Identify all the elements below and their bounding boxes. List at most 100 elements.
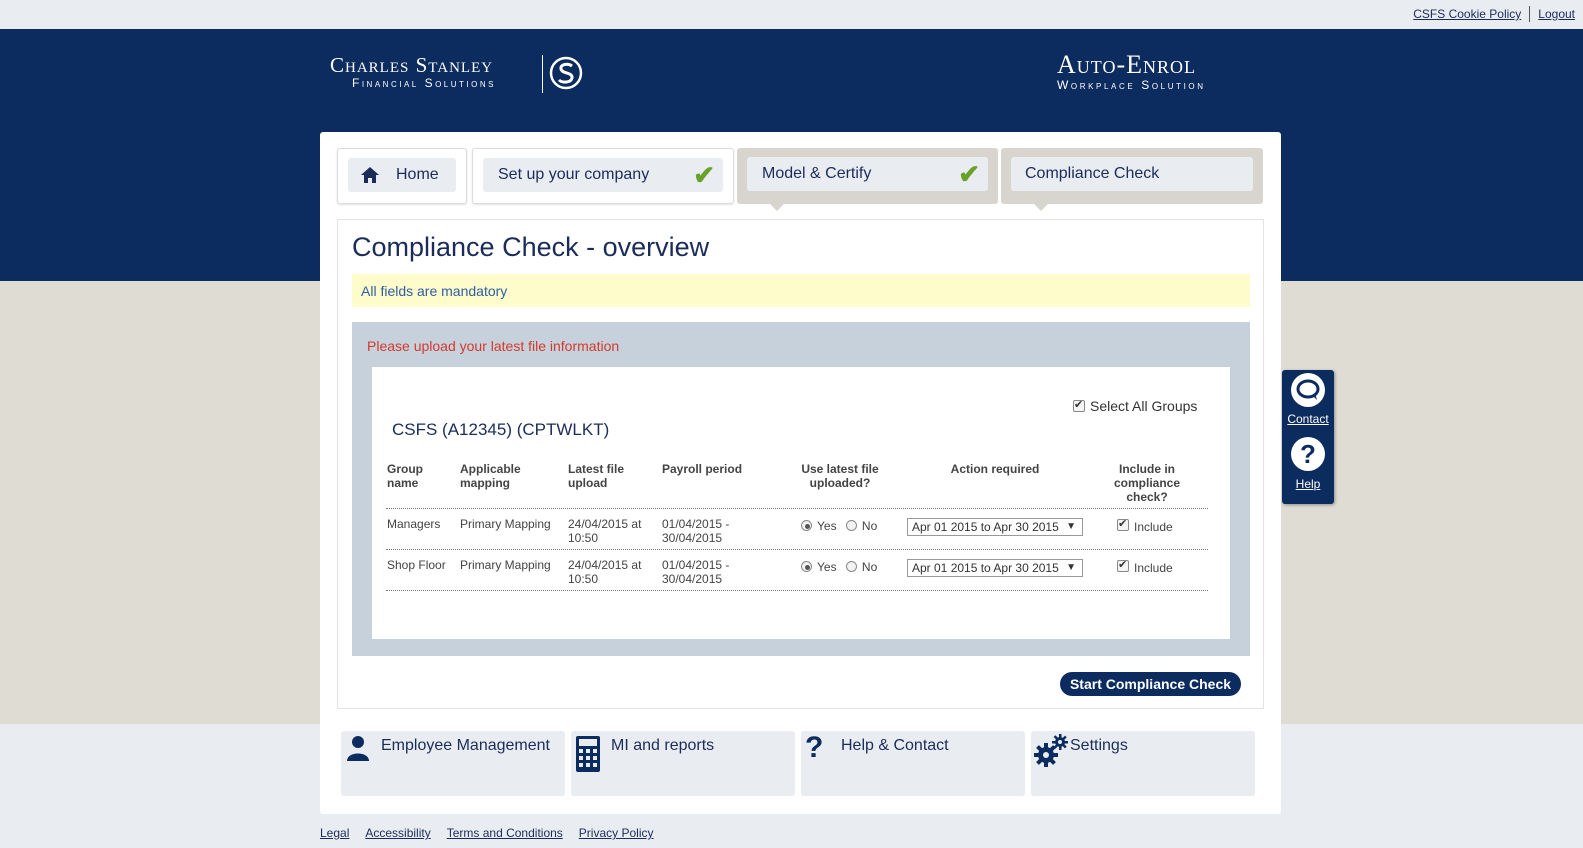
include-label: Include [1134, 520, 1173, 534]
dropdown-arrow-icon: ▼ [1066, 521, 1076, 532]
upload-message: Please upload your latest file informati… [367, 338, 620, 354]
mandatory-notice: All fields are mandatory [352, 274, 1250, 307]
cell-payroll-to: 30/04/2015 [662, 531, 723, 545]
header-latest-file-upload: Latest file upload [568, 462, 625, 490]
auto-enrol-subtitle: Workplace Solution [1057, 78, 1206, 92]
action-select-value: Apr 01 2015 to Apr 30 2015 [912, 561, 1059, 575]
table-divider [386, 508, 1208, 509]
tab-compliance-inner: Compliance Check [1011, 157, 1253, 191]
radio-no[interactable] [845, 561, 857, 572]
logout-link[interactable]: Logout [1530, 7, 1583, 21]
top-links: CSFS Cookie Policy Logout [1405, 6, 1583, 22]
logo-divider [542, 55, 543, 93]
action-select[interactable]: Apr 01 2015 to Apr 30 2015 ▼ [907, 518, 1083, 536]
cell-payroll-from: 01/04/2015 - [662, 558, 730, 572]
cell-mapping: Primary Mapping [460, 517, 551, 531]
nav-help-contact[interactable]: ? Help & Contact [801, 731, 1025, 796]
gears-icon [1034, 733, 1070, 770]
tab-home-inner: Home [348, 158, 456, 192]
cell-payroll-from: 01/04/2015 - [662, 517, 730, 531]
calculator-icon [575, 735, 601, 776]
nav-employee-management[interactable]: Employee Management [341, 731, 565, 796]
nav-settings-label: Settings [1070, 737, 1128, 754]
include-checkbox-group[interactable]: Include [1117, 558, 1173, 575]
cell-upload-date: 24/04/2015 at [568, 517, 642, 531]
tab-setup-label: Set up your company [498, 166, 650, 183]
header-applicable-mapping: Applicable mapping [460, 462, 521, 490]
select-all-groups[interactable]: Select All Groups [1073, 398, 1197, 414]
cell-group-name: Managers [387, 517, 441, 531]
question-icon: ? [805, 731, 824, 764]
header-include: Include in compliance check? [1113, 462, 1181, 504]
auto-enrol-logo: Auto-Enrol Workplace Solution [1057, 50, 1206, 92]
tab-model-certify[interactable]: Model & Certify ✔ [737, 148, 998, 211]
radio-no[interactable] [845, 520, 857, 531]
radio-yes-label: Yes [817, 560, 837, 574]
radio-yes[interactable] [801, 520, 812, 531]
checkmark-icon: ✔ [958, 159, 980, 189]
nav-employee-label: Employee Management [381, 737, 550, 754]
include-checkbox[interactable] [1117, 558, 1129, 572]
cs-monogram-icon [549, 55, 583, 91]
help-icon[interactable]: ? [1291, 437, 1325, 471]
cell-group-name: Shop Floor [387, 558, 446, 572]
dropdown-arrow-icon: ▼ [1066, 562, 1076, 573]
cell-mapping: Primary Mapping [460, 558, 551, 572]
tab-pointer [1034, 204, 1048, 211]
tab-model-inner: Model & Certify ✔ [747, 157, 988, 191]
tab-model-label: Model & Certify [762, 165, 872, 182]
tab-compliance-check[interactable]: Compliance Check [1001, 148, 1263, 211]
use-latest-radios: Yes No [801, 519, 877, 533]
select-all-checkbox[interactable] [1073, 398, 1085, 412]
checkmark-icon: ✔ [693, 160, 715, 190]
include-checkbox-group[interactable]: Include [1117, 517, 1173, 534]
side-contact-panel: Contact ? Help [1282, 370, 1334, 504]
tab-setup-inner: Set up your company ✔ [483, 158, 723, 192]
action-select-value: Apr 01 2015 to Apr 30 2015 [912, 520, 1059, 534]
chat-bubble-icon[interactable] [1291, 373, 1325, 407]
radio-yes[interactable] [801, 561, 812, 572]
start-compliance-check-button[interactable]: Start Compliance Check [1060, 672, 1241, 696]
footer-link-terms[interactable]: Terms and Conditions [447, 826, 563, 840]
tab-pointer [770, 204, 784, 211]
header-payroll-period: Payroll period [662, 462, 743, 476]
cell-upload-time: 10:50 [568, 531, 599, 545]
page-title: Compliance Check - overview [352, 232, 710, 262]
charles-stanley-logo[interactable]: Charles Stanley Financial Solutions [330, 53, 496, 90]
person-icon [346, 735, 370, 764]
nav-mi-reports[interactable]: MI and reports [571, 731, 795, 796]
tab-home[interactable]: Home [337, 148, 467, 204]
contact-link[interactable]: Contact [1282, 412, 1334, 426]
header-group-name: Group name [387, 462, 423, 490]
top-bar: CSFS Cookie Policy Logout [0, 0, 1583, 29]
help-link[interactable]: Help [1282, 477, 1334, 491]
logo-text-line2: Financial Solutions [352, 76, 496, 90]
tab-compliance-label: Compliance Check [1025, 165, 1160, 182]
auto-enrol-title: Auto-Enrol [1057, 50, 1196, 79]
logo-text-line1: Charles Stanley [330, 53, 494, 77]
cell-upload-time: 10:50 [568, 572, 599, 586]
nav-settings[interactable]: Settings [1031, 731, 1255, 796]
footer-link-legal[interactable]: Legal [320, 826, 349, 840]
include-label: Include [1134, 561, 1173, 575]
use-latest-radios: Yes No [801, 560, 877, 574]
footer-link-privacy[interactable]: Privacy Policy [579, 826, 654, 840]
radio-no-label: No [861, 560, 878, 574]
table-divider [386, 590, 1208, 591]
include-checkbox[interactable] [1117, 517, 1129, 531]
cookie-policy-link[interactable]: CSFS Cookie Policy [1405, 7, 1529, 21]
header-use-latest: Use latest file uploaded? [801, 462, 879, 490]
radio-no-label: No [861, 519, 878, 533]
footer-links: Legal Accessibility Terms and Conditions… [320, 826, 669, 840]
footer-link-accessibility[interactable]: Accessibility [365, 826, 430, 840]
cell-upload-date: 24/04/2015 at [568, 558, 642, 572]
nav-mi-label: MI and reports [611, 737, 715, 754]
home-icon [360, 166, 380, 184]
tab-home-label: Home [396, 166, 439, 183]
company-name: CSFS (A12345) (CPTWLKT) [392, 420, 610, 439]
select-all-label: Select All Groups [1090, 398, 1198, 414]
action-select[interactable]: Apr 01 2015 to Apr 30 2015 ▼ [907, 559, 1083, 577]
header-action-required: Action required [950, 462, 1040, 476]
nav-help-label: Help & Contact [841, 737, 949, 754]
tab-setup-company[interactable]: Set up your company ✔ [472, 148, 734, 204]
